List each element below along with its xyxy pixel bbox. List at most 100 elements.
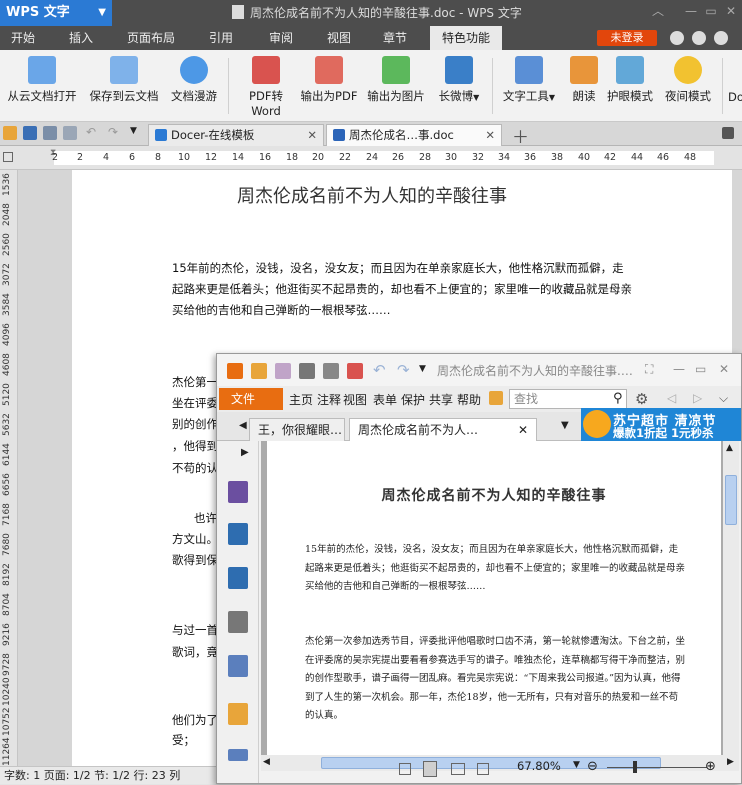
two-page-continuous-icon[interactable] bbox=[477, 763, 489, 775]
signature-icon[interactable] bbox=[228, 749, 248, 761]
vertical-ruler[interactable]: 1536 2048 2560 3072 3584 4096 4608 5120 … bbox=[0, 170, 18, 766]
open-folder-icon[interactable] bbox=[251, 363, 267, 379]
collapse-ribbon-icon[interactable]: ︿ bbox=[651, 4, 665, 18]
search-input[interactable]: 查找 bbox=[509, 389, 627, 409]
tab-review[interactable]: 审阅 bbox=[256, 26, 306, 50]
export-image-button[interactable]: 输出为图片 bbox=[364, 56, 428, 104]
pdf-reader-window[interactable]: ↶ ↷ ▼ 周杰伦成名前不为人知的辛酸往事.… ⛶ — ▭ ✕ 文件 主页 注释… bbox=[216, 353, 742, 784]
menu-home[interactable]: 主页 bbox=[289, 391, 313, 408]
menu-help[interactable]: 帮助 bbox=[457, 391, 481, 408]
text-tools-button[interactable]: 文字工具▼ bbox=[500, 56, 558, 104]
zoom-out-icon[interactable]: ⊖ bbox=[587, 759, 598, 774]
tab-insert[interactable]: 插入 bbox=[56, 26, 106, 50]
horizontal-ruler[interactable]: ⧗ 2 2 4 6 8 10 12 14 16 18 20 22 24 26 2… bbox=[0, 146, 742, 170]
continuous-view-icon[interactable] bbox=[423, 761, 437, 777]
maximize-button[interactable]: ▭ bbox=[704, 4, 718, 18]
skin-icon[interactable] bbox=[670, 31, 684, 45]
menu-form[interactable]: 表单 bbox=[373, 391, 397, 408]
close-button[interactable]: ✕ bbox=[719, 362, 729, 376]
save-to-cloud-button[interactable]: 保存到云文档 bbox=[86, 56, 162, 104]
zoom-menu-icon[interactable]: ▼ bbox=[573, 760, 580, 770]
search-icon[interactable]: ⚲ bbox=[613, 391, 623, 406]
save-icon[interactable] bbox=[275, 363, 291, 379]
scroll-left-icon[interactable]: ◀ bbox=[263, 757, 270, 767]
save-icon[interactable] bbox=[23, 126, 37, 140]
close-tab-icon[interactable]: ✕ bbox=[307, 125, 317, 145]
scroll-up-icon[interactable]: ▲ bbox=[726, 443, 733, 453]
file-menu-button[interactable]: 文件 bbox=[219, 388, 283, 410]
tab-docer[interactable]: Docer-在线模板 ✕ bbox=[148, 124, 324, 146]
gear-icon[interactable]: ⚙ bbox=[635, 390, 648, 408]
tab-document[interactable]: 周杰伦成名…事.doc ✕ bbox=[326, 124, 502, 146]
scroll-thumb[interactable] bbox=[725, 475, 737, 525]
chevron-down-icon[interactable]: ▼ bbox=[419, 364, 426, 374]
print-preview-icon[interactable] bbox=[63, 126, 77, 140]
tab-special-features[interactable]: 特色功能 bbox=[430, 26, 502, 50]
long-weibo-button[interactable]: 长微博▼ bbox=[434, 56, 484, 104]
reader-tab-active[interactable]: 周杰伦成名前不为人… ✕ bbox=[349, 418, 537, 442]
minimize-button[interactable]: — bbox=[684, 4, 698, 18]
tab-page-layout[interactable]: 页面布局 bbox=[118, 26, 184, 50]
maximize-button[interactable]: ▭ bbox=[695, 362, 706, 376]
layers-icon[interactable] bbox=[228, 567, 248, 589]
two-page-view-icon[interactable] bbox=[451, 763, 465, 775]
scroll-right-icon[interactable]: ▶ bbox=[727, 757, 734, 767]
menu-annotate[interactable]: 注释 bbox=[317, 391, 341, 408]
open-from-cloud-button[interactable]: 从云文档打开 bbox=[4, 56, 80, 104]
export-pdf-button[interactable]: 输出为PDF bbox=[300, 56, 358, 104]
tab-list-icon[interactable]: ▼ bbox=[561, 420, 569, 431]
reader-tab[interactable]: 王，你很耀眼… bbox=[249, 418, 345, 442]
tab-stop-selector[interactable] bbox=[3, 152, 13, 162]
email-icon[interactable] bbox=[323, 363, 339, 379]
print-icon[interactable] bbox=[299, 363, 315, 379]
reader-view[interactable]: 周杰伦成名前不为人知的辛酸往事 15年前的杰伦，没钱，没名，没女友；而且因为在单… bbox=[261, 441, 723, 755]
new-doc-icon[interactable] bbox=[347, 363, 363, 379]
horizontal-scrollbar[interactable]: ◀ ▶ bbox=[261, 755, 739, 771]
tab-view[interactable]: 视图 bbox=[314, 26, 364, 50]
undo-icon[interactable]: ↶ bbox=[373, 361, 386, 379]
redo-icon[interactable]: ↷ bbox=[108, 125, 118, 139]
reader-logo-icon[interactable] bbox=[227, 363, 243, 379]
pdf-to-word-button[interactable]: PDF转Word bbox=[236, 56, 296, 118]
menu-protect[interactable]: 保护 bbox=[401, 391, 425, 408]
scroll-left-icon[interactable]: ◀ bbox=[239, 420, 247, 431]
settings-icon[interactable] bbox=[714, 31, 728, 45]
page-thumbnail-icon[interactable] bbox=[228, 481, 248, 503]
vertical-scrollbar[interactable]: ▲ bbox=[723, 441, 739, 755]
app-menu-button[interactable]: WPS 文字 ▼ bbox=[0, 0, 112, 26]
chevron-down-icon[interactable]: ▼ bbox=[130, 126, 137, 136]
menu-view[interactable]: 视图 bbox=[343, 391, 367, 408]
attachment-icon[interactable] bbox=[228, 655, 248, 677]
read-aloud-button[interactable]: 朗读 bbox=[566, 56, 602, 104]
next-icon[interactable]: ▷ bbox=[693, 391, 702, 405]
previous-icon[interactable]: ◁ bbox=[667, 391, 676, 405]
close-tab-icon[interactable]: ✕ bbox=[485, 125, 495, 145]
folder-search-icon[interactable] bbox=[489, 391, 503, 405]
open-folder-icon[interactable] bbox=[3, 126, 17, 140]
comment-icon[interactable] bbox=[228, 611, 248, 633]
tshirt-icon[interactable] bbox=[692, 31, 706, 45]
close-tab-icon[interactable]: ✕ bbox=[518, 419, 528, 441]
tab-references[interactable]: 引用 bbox=[196, 26, 246, 50]
menu-share[interactable]: 共享 bbox=[429, 391, 453, 408]
login-button[interactable]: 未登录 bbox=[597, 30, 657, 46]
zoom-slider[interactable] bbox=[607, 767, 707, 768]
print-icon[interactable] bbox=[43, 126, 57, 140]
reader-page[interactable]: 周杰伦成名前不为人知的辛酸往事 15年前的杰伦，没钱，没名，没女友；而且因为在单… bbox=[267, 441, 721, 755]
fullscreen-icon[interactable]: ⛶ bbox=[645, 362, 653, 377]
ad-banner[interactable]: 苏宁超市 清凉节 爆款1折起 1元秒杀 bbox=[581, 408, 741, 441]
more-button[interactable]: Do bbox=[728, 90, 742, 104]
close-button[interactable]: ✕ bbox=[724, 4, 738, 18]
zoom-slider-handle[interactable] bbox=[633, 761, 637, 773]
lock-icon[interactable] bbox=[228, 703, 248, 725]
chevron-down-icon[interactable]: ⌵ bbox=[719, 391, 728, 406]
expand-sidebar-icon[interactable]: ▶ bbox=[241, 447, 249, 458]
eye-protection-button[interactable]: 护眼模式 bbox=[604, 56, 656, 104]
tab-chapter[interactable]: 章节 bbox=[370, 26, 420, 50]
zoom-in-icon[interactable]: ⊕ bbox=[705, 759, 716, 774]
doc-roaming-button[interactable]: 文档漫游 bbox=[166, 56, 222, 104]
tab-start[interactable]: 开始 bbox=[0, 26, 46, 50]
pages-icon[interactable] bbox=[228, 523, 248, 545]
single-page-view-icon[interactable] bbox=[399, 763, 411, 775]
redo-icon[interactable]: ↷ bbox=[397, 361, 410, 379]
